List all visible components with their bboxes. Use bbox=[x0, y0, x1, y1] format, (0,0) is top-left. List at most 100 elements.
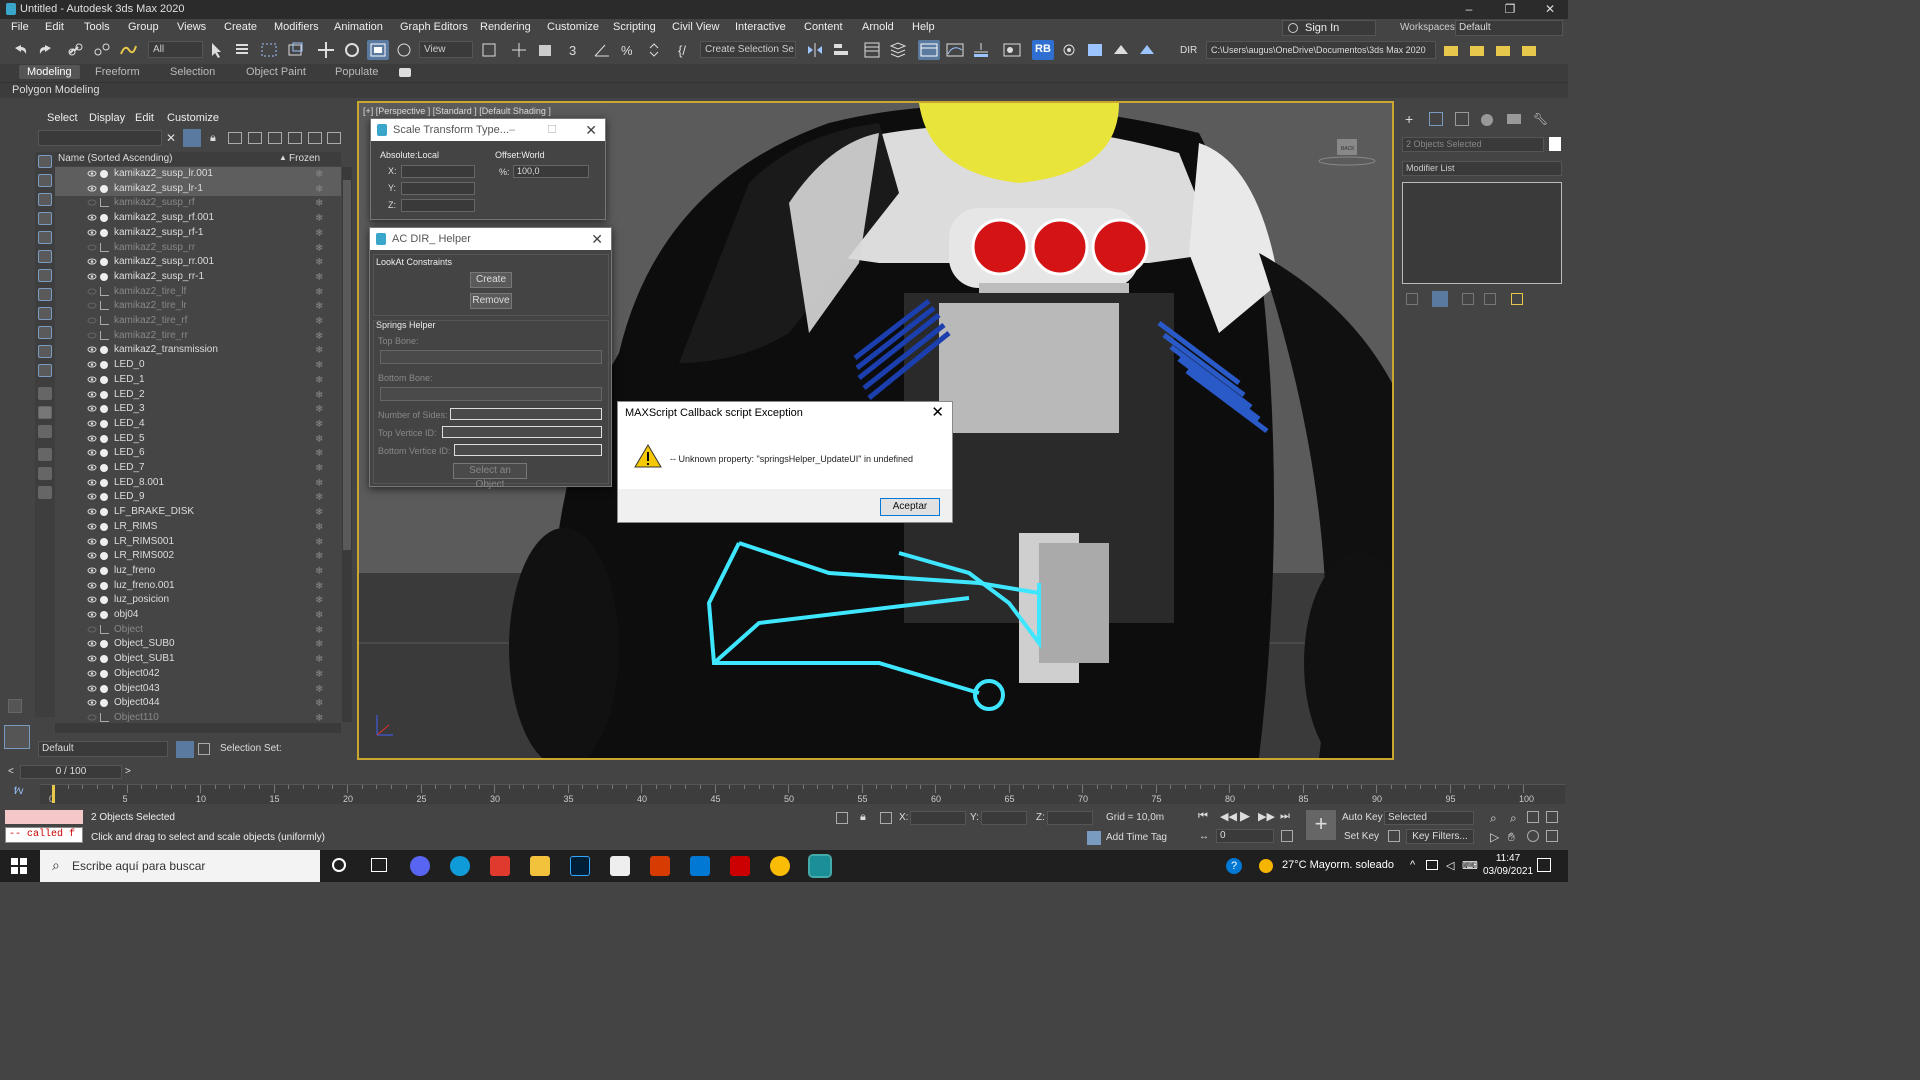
named-selection-set-dropdown[interactable]: Create Selection Se bbox=[700, 41, 796, 58]
mirror-icon[interactable] bbox=[804, 40, 826, 60]
frozen-toggle-icon[interactable]: ❄ bbox=[315, 653, 323, 667]
list-item[interactable]: kamikaz2_tire_rr ❄ bbox=[55, 329, 341, 344]
zoom-all-icon[interactable]: ⌕ bbox=[1510, 811, 1517, 826]
frozen-toggle-icon[interactable]: ❄ bbox=[315, 683, 323, 697]
key-mode-dropdown[interactable]: Selected bbox=[1384, 811, 1474, 825]
rect-select-region-icon[interactable] bbox=[258, 40, 280, 60]
project-path-field[interactable]: C:\Users\augus\OneDrive\Documentos\3ds M… bbox=[1206, 41, 1436, 59]
groups-filter-icon[interactable] bbox=[38, 269, 52, 282]
frozen-toggle-icon[interactable]: ❄ bbox=[315, 300, 323, 314]
maximize-button[interactable]: ❐ bbox=[1503, 2, 1517, 16]
workspace-dropdown[interactable]: Default bbox=[1455, 20, 1563, 36]
edit-named-selection-icon[interactable]: {/ bbox=[674, 40, 696, 60]
key-filters-button[interactable]: Key Filters... bbox=[1406, 829, 1474, 844]
list-item[interactable]: LED_6 ❄ bbox=[55, 446, 341, 461]
rendered-frame-window-icon[interactable] bbox=[1084, 40, 1106, 60]
menu-arnold[interactable]: Arnold bbox=[862, 21, 894, 33]
abs-x-spinner[interactable] bbox=[401, 165, 475, 178]
select-object-button[interactable]: Select an Object bbox=[453, 463, 527, 490]
list-item[interactable]: LF_BRAKE_DISK ❄ bbox=[55, 505, 341, 520]
select-by-name-icon[interactable] bbox=[232, 40, 254, 60]
orbit-icon[interactable] bbox=[1527, 830, 1539, 842]
toggle-ribbon-icon[interactable] bbox=[918, 40, 940, 60]
coord-x-field[interactable] bbox=[910, 811, 966, 825]
geometry-filter-icon[interactable] bbox=[38, 155, 52, 168]
cameras-filter-icon[interactable] bbox=[38, 212, 52, 225]
column-frozen[interactable]: Frozen bbox=[289, 153, 320, 164]
frozen-toggle-icon[interactable]: ❄ bbox=[315, 227, 323, 241]
menu-civil-view[interactable]: Civil View bbox=[672, 21, 719, 33]
frozen-toggle-icon[interactable]: ❄ bbox=[315, 168, 323, 182]
curve-editor-icon[interactable] bbox=[944, 40, 966, 60]
utilities-tab-icon[interactable]: 🔧︎ bbox=[1533, 112, 1548, 126]
select-object-icon[interactable] bbox=[206, 40, 228, 60]
snaps-toggle-icon[interactable]: 3 bbox=[565, 40, 587, 60]
eye-icon[interactable] bbox=[87, 360, 97, 369]
sign-in-button[interactable]: Sign In bbox=[1282, 20, 1376, 36]
frozen-toggle-icon[interactable]: ❄ bbox=[315, 550, 323, 564]
time-slider[interactable]: 0 / 100 bbox=[20, 765, 122, 779]
eye-icon[interactable] bbox=[87, 507, 97, 516]
timeline-track[interactable]: 0510152025303540455055606570758085909510… bbox=[40, 784, 1565, 804]
pin-stack-icon[interactable] bbox=[1406, 293, 1418, 305]
list-item[interactable]: LR_RIMS001 ❄ bbox=[55, 535, 341, 550]
frozen-filter-icon[interactable] bbox=[38, 345, 52, 358]
list-item[interactable]: LR_RIMS ❄ bbox=[55, 520, 341, 535]
photoshop-app-icon[interactable] bbox=[570, 856, 590, 876]
hidden-eye-icon[interactable] bbox=[87, 301, 97, 310]
frozen-toggle-icon[interactable]: ❄ bbox=[315, 242, 323, 256]
reference-coord-dropdown[interactable]: View bbox=[419, 41, 473, 58]
move-icon[interactable] bbox=[315, 40, 337, 60]
list-item[interactable]: LED_0 ❄ bbox=[55, 358, 341, 373]
eye-icon[interactable] bbox=[87, 419, 97, 428]
frozen-toggle-icon[interactable]: ❄ bbox=[315, 491, 323, 505]
mail-app-icon[interactable] bbox=[690, 856, 710, 876]
list-item[interactable]: Object ❄ bbox=[55, 623, 341, 638]
hidden-eye-icon[interactable] bbox=[87, 198, 97, 207]
eye-icon[interactable] bbox=[87, 375, 97, 384]
abs-y-spinner[interactable] bbox=[401, 182, 475, 195]
frozen-toggle-icon[interactable]: ❄ bbox=[315, 580, 323, 594]
list-item[interactable]: LED_1 ❄ bbox=[55, 373, 341, 388]
list-item[interactable]: LED_3 ❄ bbox=[55, 402, 341, 417]
set-key-big-icon[interactable]: + bbox=[1306, 810, 1336, 840]
top-vertice-field[interactable] bbox=[442, 426, 602, 438]
redo-icon[interactable] bbox=[35, 40, 57, 60]
frozen-toggle-icon[interactable]: ❄ bbox=[315, 609, 323, 623]
folder-icon[interactable] bbox=[38, 486, 52, 499]
menu-edit[interactable]: Edit bbox=[45, 21, 64, 33]
render-in-cloud-icon[interactable] bbox=[1136, 40, 1158, 60]
aceptar-button[interactable]: Aceptar bbox=[880, 498, 940, 516]
language-icon[interactable]: ⌨ bbox=[1462, 859, 1478, 872]
taskbar-search-input[interactable]: Escribe aquí para buscar bbox=[40, 850, 320, 882]
remove-button[interactable]: Remove bbox=[470, 293, 512, 309]
eye-icon[interactable] bbox=[87, 492, 97, 501]
keyboard-shortcut-override-icon[interactable] bbox=[534, 40, 556, 60]
hidden-eye-icon[interactable] bbox=[87, 625, 97, 634]
edge-app-icon[interactable] bbox=[450, 856, 470, 876]
hidden-filter-icon[interactable] bbox=[38, 364, 52, 377]
set-key-button[interactable]: Set Key bbox=[1344, 831, 1379, 842]
dialog-minimize-button[interactable]: – bbox=[509, 119, 515, 141]
sort-icon[interactable] bbox=[327, 132, 341, 144]
render-production-icon[interactable] bbox=[1110, 40, 1132, 60]
list-item[interactable]: Object042 ❄ bbox=[55, 667, 341, 682]
coord-z-field[interactable] bbox=[1047, 811, 1093, 825]
error-dialog-close-button[interactable]: ✕ bbox=[931, 402, 944, 424]
eye-icon[interactable] bbox=[87, 184, 97, 193]
frozen-toggle-icon[interactable]: ❄ bbox=[315, 536, 323, 550]
display-invert-icon[interactable] bbox=[38, 425, 52, 438]
show-end-result-icon[interactable] bbox=[1432, 291, 1448, 307]
store-app-icon[interactable] bbox=[610, 856, 630, 876]
project-folder-icon[interactable] bbox=[1440, 40, 1462, 60]
field-of-view-icon[interactable]: ▷ bbox=[1490, 830, 1499, 844]
find-icon[interactable] bbox=[38, 448, 52, 461]
list-item[interactable]: Object_SUB1 ❄ bbox=[55, 652, 341, 667]
notifications-icon[interactable] bbox=[1537, 858, 1551, 872]
tab-populate[interactable]: Populate bbox=[335, 66, 378, 78]
list-item[interactable]: kamikaz2_susp_rf.001 ❄ bbox=[55, 211, 341, 226]
list-item[interactable]: kamikaz2_susp_lr-1 ❄ bbox=[55, 181, 341, 197]
list-item[interactable]: LED_8.001 ❄ bbox=[55, 476, 341, 491]
list-item[interactable]: luz_posicion ❄ bbox=[55, 593, 341, 608]
assetto-corsa-app-icon[interactable] bbox=[730, 856, 750, 876]
